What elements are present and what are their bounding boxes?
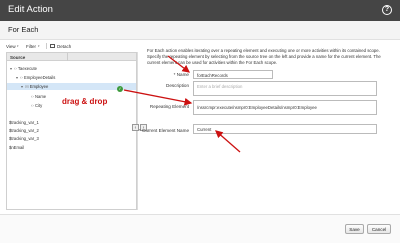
edit-action-dialog: Edit Action ? For Each View ▾ Filter ▾ D…	[0, 0, 400, 243]
drag-drop-arrow	[123, 89, 193, 106]
name-arrow	[167, 55, 191, 73]
dialog-footer: Save Cancel	[0, 214, 400, 243]
cancel-button[interactable]: Cancel	[367, 224, 391, 234]
annotation-arrows	[123, 55, 343, 233]
current-element-arrow	[215, 130, 241, 153]
save-button[interactable]: Save	[345, 224, 364, 234]
